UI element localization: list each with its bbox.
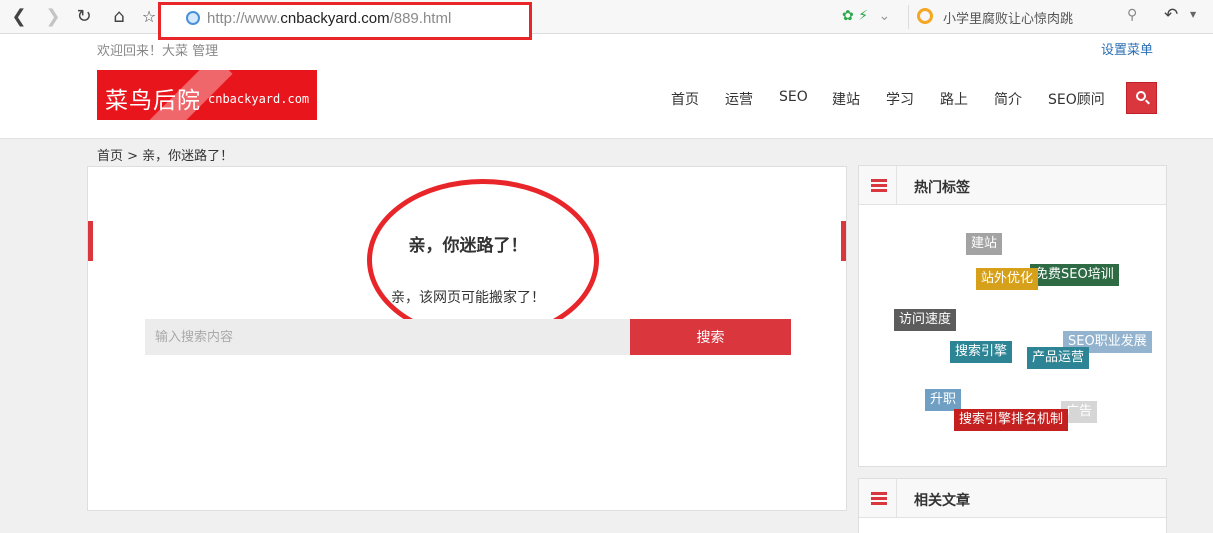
breadcrumb[interactable]: 首页 > 亲，你迷路了！ <box>97 145 233 164</box>
annotation-ellipse <box>367 179 599 341</box>
extension-icons[interactable]: ✿ ⚡ ⌄ <box>842 8 890 24</box>
reload-icon[interactable]: ↻ <box>73 6 95 28</box>
header-divider <box>896 479 897 518</box>
globe-icon <box>186 11 200 25</box>
not-found-panel: 亲，你迷路了！ 亲，该网页可能搬家了！ 搜索 <box>87 166 847 511</box>
widget-title: 热门标签 <box>914 180 970 196</box>
undo-icon[interactable]: ↶ <box>1164 5 1178 25</box>
caret-down-icon[interactable]: ▼ <box>1190 10 1196 19</box>
url-prefix: http://www. <box>207 10 281 27</box>
tag-link[interactable]: 访问速度 <box>894 309 957 331</box>
site-header: 欢迎回来！大菜 管理 设置菜单 菜鸟后院 cnbackyard.com 首页 运… <box>0 34 1213 139</box>
nav-item-seo[interactable]: SEO <box>779 89 808 105</box>
lightning-icon[interactable]: ⚡ <box>858 8 868 24</box>
nav-item-learning[interactable]: 学习 <box>886 89 914 109</box>
nav-item-home[interactable]: 首页 <box>671 89 699 109</box>
tag-link[interactable]: 搜索引擎 <box>950 341 1013 363</box>
url-host: cnbackyard.com <box>280 10 390 27</box>
home-icon[interactable]: ⌂ <box>108 6 130 28</box>
nav-item-site-building[interactable]: 建站 <box>832 89 860 109</box>
hot-tags-widget: 热门标签 建站 免费SEO培训 站外优化 访问速度 SEO职业发展 搜索引擎 产品运营 升职广… <box>858 165 1167 467</box>
address-bar[interactable]: http://www.cnbackyard.com/889.html <box>158 2 532 40</box>
tag-link[interactable]: 站外优化 <box>976 268 1039 290</box>
browser-search-text: 小学里腐败让心惊肉跳 <box>943 12 1074 27</box>
search-icon-handle <box>1145 99 1150 105</box>
url-path: /889.html <box>389 10 452 27</box>
header-divider <box>896 166 897 205</box>
search-button[interactable]: 搜索 <box>630 319 791 355</box>
logo-text-cn: 菜鸟后院 <box>105 88 201 114</box>
nav-item-seo-consultant[interactable]: SEO顾问 <box>1048 89 1105 109</box>
menu-icon <box>871 492 887 506</box>
widget-header: 热门标签 <box>859 166 1166 205</box>
tag-link[interactable]: 搜索引擎排名机制 <box>954 409 1069 431</box>
nav-item-operation[interactable]: 运营 <box>725 89 753 109</box>
tag-link[interactable]: 建站 <box>966 233 1003 255</box>
tag-link[interactable]: 升职 <box>925 389 962 411</box>
welcome-text[interactable]: 欢迎回来！大菜 管理 <box>97 40 218 59</box>
search-icon[interactable]: ⚲ <box>1127 7 1137 23</box>
header-search-button[interactable] <box>1126 82 1157 114</box>
related-articles-widget: 相关文章 <box>858 478 1167 533</box>
bookmark-star-icon[interactable]: ☆ <box>138 6 160 28</box>
leaf-extension-icon[interactable]: ✿ <box>842 8 854 24</box>
logo-text-en: cnbackyard.com <box>208 92 310 106</box>
forward-icon[interactable]: ❯ <box>42 6 64 28</box>
nav-item-on-the-road[interactable]: 路上 <box>940 89 968 109</box>
menu-icon <box>871 179 887 193</box>
back-icon[interactable]: ❮ <box>8 6 30 28</box>
browser-search-box[interactable]: 小学里腐败让心惊肉跳 ⚲ <box>908 5 1148 29</box>
nav-item-intro[interactable]: 简介 <box>994 89 1022 109</box>
widget-header: 相关文章 <box>859 479 1166 518</box>
settings-menu-link[interactable]: 设置菜单 <box>1101 39 1153 58</box>
dropdown-chevron-icon[interactable]: ⌄ <box>878 8 890 24</box>
url-text[interactable]: http://www.cnbackyard.com/889.html <box>207 10 451 27</box>
tag-link[interactable]: 免费SEO培训 <box>1030 264 1119 286</box>
widget-title: 相关文章 <box>914 493 970 509</box>
tag-link[interactable]: 产品运营 <box>1027 347 1090 369</box>
search-engine-logo-icon <box>917 8 933 24</box>
search-input[interactable] <box>145 319 630 355</box>
site-logo[interactable]: 菜鸟后院 cnbackyard.com <box>97 70 317 120</box>
